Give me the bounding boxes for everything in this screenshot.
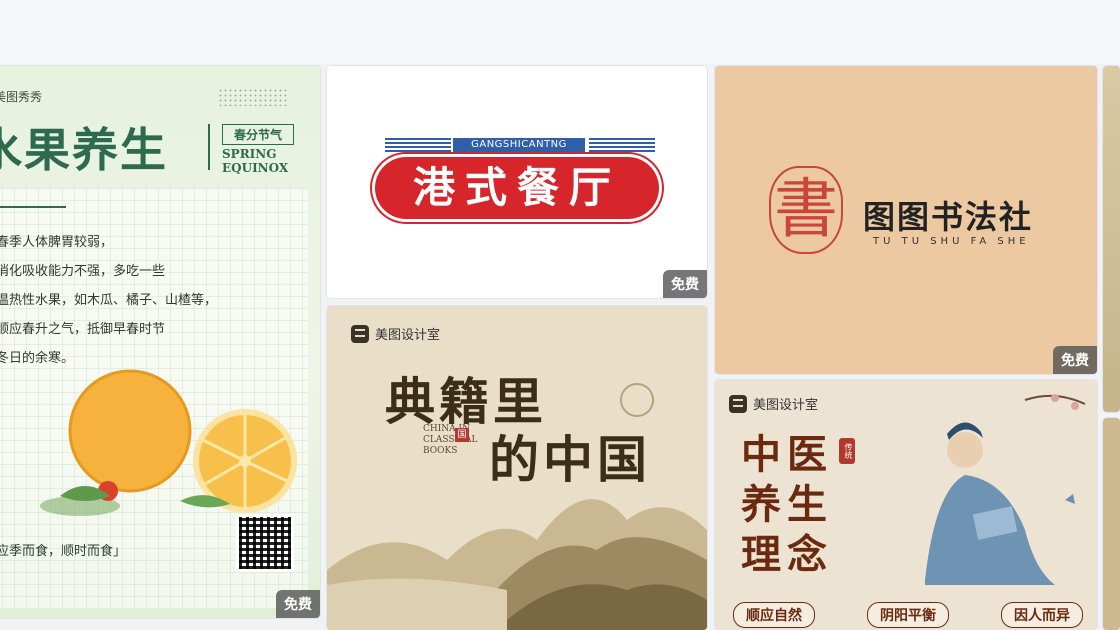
template-card-calligraphy[interactable]: 書 图图书法社 TU TU SHU FA SHE 免费 — [715, 66, 1097, 374]
small-english-label: GANGSHICANTNG — [453, 138, 585, 152]
society-subtitle: TU TU SHU FA SHE — [873, 236, 1030, 247]
society-title: 图图书法社 — [863, 198, 1034, 236]
card-title: 水果养生 — [0, 123, 168, 177]
template-card-restaurant-logo[interactable]: GANGSHICANTNG 港式餐厅 免费 — [327, 66, 707, 298]
brand-label: 美图设计室 — [729, 394, 818, 413]
template-card-tcm[interactable]: 美图设计室 中医 养生 理念 传统 顺应自然 阴阳平衡 因人而异 — [715, 380, 1097, 630]
top-bar — [0, 0, 1120, 64]
brand-logo-icon — [351, 324, 369, 343]
template-card-partial-right-bottom[interactable] — [1103, 418, 1120, 630]
tcm-tags: 顺应自然 阴阳平衡 因人而异 — [733, 602, 1083, 628]
body-text: 春季人体脾胃较弱， 消化吸收能力不强，多吃一些 温热性水果，如木瓜、橘子、山楂等… — [0, 235, 218, 366]
tag-item: 因人而异 — [1001, 602, 1083, 628]
short-rule — [0, 206, 66, 208]
brand-label: 美图设计室 — [351, 324, 440, 343]
stripes-left — [385, 138, 451, 152]
seal-char: 書 — [769, 166, 843, 254]
free-badge: 免费 — [1053, 346, 1097, 374]
scholar-illustration — [925, 394, 1086, 585]
classics-title-2: 的中国 — [489, 430, 651, 489]
template-card-classics[interactable]: 美图设计室 典籍里 的中国 CHINA IN CLASSICAL BOOKS 国 — [327, 306, 707, 630]
season-tag: 春分节气 SPRING EQUINOX — [222, 124, 302, 175]
logo-title: 港式餐厅 — [412, 163, 621, 212]
qr-code — [236, 514, 294, 572]
dot-pattern — [218, 88, 288, 106]
template-card-fruit-health[interactable]: 美图秀秀 水果养生 春分节气 SPRING EQUINOX 春季人体脾胃较弱， … — [0, 66, 320, 618]
divider — [208, 124, 210, 170]
tcm-title: 中医 养生 理念 — [741, 431, 833, 578]
tag-item: 阴阳平衡 — [867, 602, 949, 628]
stripes-right — [589, 138, 655, 152]
tcm-seal: 传统 — [839, 438, 855, 464]
tag-item: 顺应自然 — [733, 602, 815, 628]
free-badge: 免费 — [663, 270, 707, 298]
orange-illustration — [40, 369, 297, 516]
classics-seal: 国 — [455, 428, 469, 442]
classics-en: CHINA IN CLASSICAL BOOKS — [423, 424, 478, 456]
template-card-partial-right-top[interactable] — [1103, 66, 1120, 412]
footer-text: 应季而食，顺时而食」 — [0, 544, 127, 559]
brand-logo-icon — [729, 394, 747, 413]
free-badge: 免费 — [276, 590, 320, 618]
brand-label: 美图秀秀 — [0, 90, 43, 104]
